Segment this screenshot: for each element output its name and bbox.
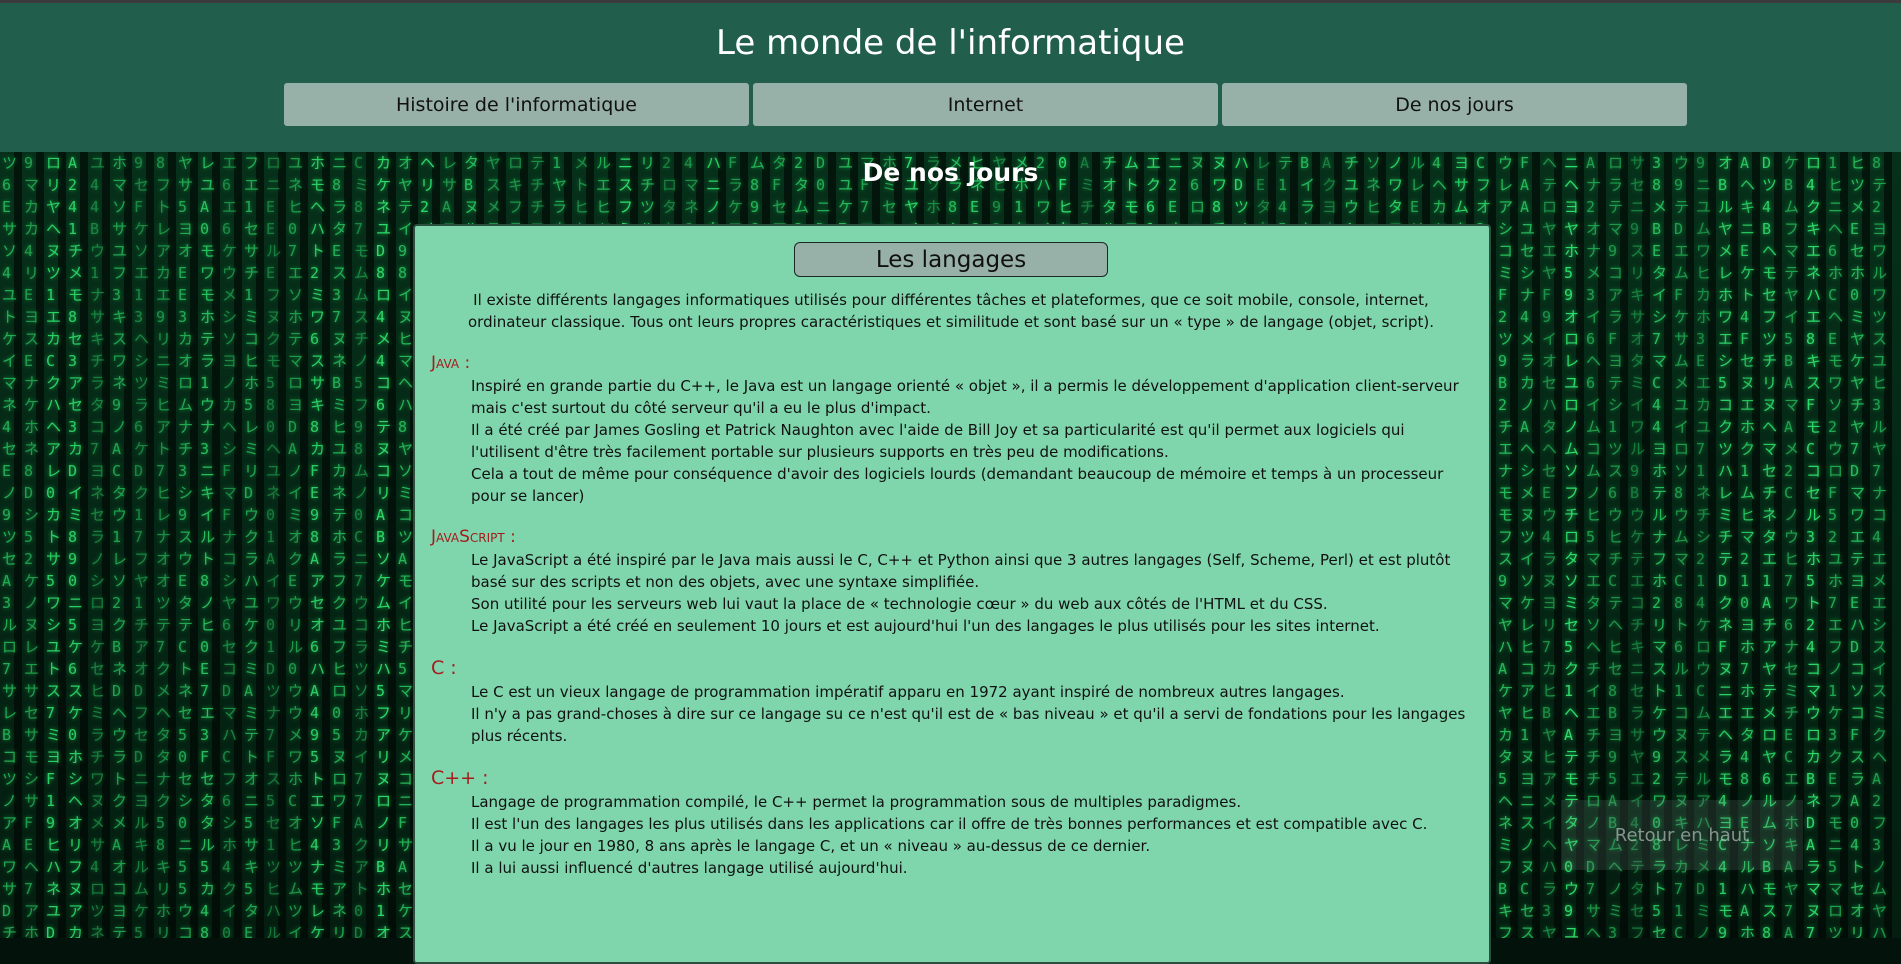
language-description: Le JavaScript a été inspiré par le Java … <box>471 549 1471 637</box>
matrix-glyph-column: オ ヤ テ イ 9 8 イ ヌ ヒ マ ヘ ハ 8 ヤ ソ ミ コ ツ A モ … <box>398 154 414 938</box>
paragraph: Le C est un vieux langage de programmati… <box>471 683 1345 701</box>
site-title: Le monde de l'informatique <box>716 23 1185 63</box>
paragraph: Il a vu le jour en 1980, 8 ans après le … <box>471 837 1151 855</box>
matrix-glyph-column: ウ レ ア シ コ ミ F 2 ツ 9 B 2 チ エ ナ モ モ フ ス 9 … <box>1498 154 1514 938</box>
section-title: De nos jours <box>862 158 1039 187</box>
matrix-glyph-column: ロ ニ E E ル E フ ヌ ク モ 5 8 0 ヘ ユ ネ 0 1 A イ … <box>266 154 282 938</box>
paragraph: Son utilité pour les serveurs web lui va… <box>471 595 1328 613</box>
matrix-glyph-column: ロ 4 ク キ エ ネ ハ エ 8 キ ス F モ C コ セ ル 3 ホ 5 … <box>1806 154 1822 938</box>
matrix-glyph-column: ヘ テ ロ ヤ エ ヤ F 9 イ オ セ ハ タ ヘ セ E ウ 4 ラ ヌ … <box>1542 154 1558 938</box>
language-section-c: C : Le C est un vieux langage de program… <box>431 657 1471 747</box>
language-name: Java : <box>431 353 471 373</box>
matrix-glyph-column: F A A ユ セ シ ナ 4 メ ラ カ ノ A ヘ シ メ ヌ ツ イ ソ … <box>1520 154 1536 938</box>
matrix-glyph-column: ユ ネ ヒ 0 7 エ ソ ホ テ マ ロ ヨ D A ノ イ ミ オ ク E … <box>288 154 304 938</box>
site-header: Le monde de l'informatique Histoire de l… <box>0 0 1901 152</box>
language-section-java: Java : Inspiré en grande partie du C++, … <box>431 353 1471 507</box>
paragraph: Inspiré en grande partie du C++, le Java… <box>471 377 1459 417</box>
language-description: Le C est un vieux langage de programmati… <box>471 681 1471 747</box>
matrix-glyph-column: 9 マ カ カ 4 リ E ヨ ス E ナ ケ ホ ネ 8 D シ 5 2 ケ … <box>24 154 40 938</box>
nav-item-internet[interactable]: Internet <box>753 83 1218 126</box>
matrix-glyph-column: 8 フ ト レ ア カ エ 9 リ ニ ミ ヒ ア ト 7 ヒ レ ナ オ オ … <box>156 154 172 938</box>
nav-item-histoire[interactable]: Histoire de l'informatique <box>284 83 749 126</box>
matrix-glyph-column: エ 6 エ 6 ケ ウ メ シ ソ ヨ ノ カ ヘ シ F マ F ナ コ シ … <box>222 154 238 938</box>
paragraph: Il n'y a pas grand-choses à dire sur ce … <box>471 705 1466 745</box>
matrix-glyph-column: C ミ 8 7 モ ム ム ス チ ノ 5 フ 9 8 ム ノ 0 C ニ 7 … <box>354 154 370 938</box>
matrix-glyph-column: カ ケ ネ ユ D 8 ロ 4 メ 4 コ 6 テ ヌ コ リ A B ソ ケ … <box>376 154 392 938</box>
main-nav: Histoire de l'informatique Internet De n… <box>284 83 1687 126</box>
matrix-glyph-column: 8 テ 2 ヨ ワ ル ワ ツ ス ユ ヒ 3 ル ヤ 7 ナ コ 4 エ メ … <box>1872 154 1888 938</box>
matrix-glyph-column: ニ 8 ラ タ E ス 3 7 ヌ ネ B ミ ヒ ユ カ ネ テ ホ ラ フ … <box>332 154 348 938</box>
language-name: C++ : <box>431 767 489 789</box>
article-intro: Il existe différents langages informatiq… <box>467 291 1435 331</box>
paragraph: Il a été créé par James Gosling et Patri… <box>471 421 1405 461</box>
matrix-glyph-column: フ エ 1 セ サ チ 1 ミ コ ヒ ホ 5 レ ミ リ D ウ ク ラ ハ … <box>244 154 260 938</box>
nav-item-de-nos-jours[interactable]: De nos jours <box>1222 83 1687 126</box>
paragraph: Il est l'un des langages les plus utilis… <box>471 815 1428 833</box>
paragraph: Le JavaScript a été créé en seulement 10… <box>471 617 1380 635</box>
language-description: Langage de programmation compilé, le C++… <box>471 791 1471 879</box>
matrix-glyph-column: ヤ サ 5 ヨ オ E E 3 カ オ ロ ム ナ チ 3 シ 9 ス ウ E … <box>178 154 194 938</box>
matrix-glyph-column: 9 セ F ケ ソ エ 1 3 ヘ シ ツ ラ 6 ケ D ク 1 7 フ ヤ … <box>134 154 150 938</box>
language-section-cpp: C++ : Langage de programmation compilé, … <box>431 767 1471 879</box>
paragraph: Le JavaScript a été inspiré par le Java … <box>471 551 1451 591</box>
paragraph: Il a lui aussi influencé d'autres langag… <box>471 859 908 877</box>
matrix-glyph-column: ホ マ ソ サ ユ フ 3 キ ス ワ ネ 9 ノ A C タ ウ 1 レ ソ … <box>112 154 128 938</box>
matrix-glyph-column: レ ユ A 0 モ ワ モ ホ テ ラ 1 ウ ナ 3 ニ キ イ ル ト 8 … <box>200 154 216 938</box>
language-name: JavaScript : <box>431 527 516 547</box>
back-to-top-button[interactable]: Retour en haut <box>1561 800 1803 870</box>
language-description: Inspiré en grande partie du C++, le Java… <box>471 375 1471 507</box>
language-section-javascript: JavaScript : Le JavaScript a été inspiré… <box>431 527 1471 637</box>
matrix-glyph-column: ホ モ ヘ ハ ト 2 ミ ワ 6 ス サ キ 8 カ F E 9 8 A ア … <box>310 154 326 938</box>
language-name: C : <box>431 657 457 679</box>
article-box: Les langages Il existe différents langag… <box>413 224 1491 964</box>
matrix-glyph-column: 1 ヒ ニ ヘ 6 ホ C ヘ E モ ワ ソ 2 ウ ロ F 5 2 ユ ホ … <box>1828 154 1844 938</box>
matrix-glyph-column: A 2 4 1 チ メ モ 8 セ 3 ア セ 3 カ D イ ミ 8 9 0 … <box>68 154 84 938</box>
matrix-glyph-column: ユ 4 4 B ウ 1 ナ サ キ チ ラ タ コ 7 ヨ ネ セ ラ ノ シ … <box>90 154 106 938</box>
paragraph: Cela a tout de même pour conséquence d'a… <box>471 465 1444 505</box>
article-title: Les langages <box>794 242 1108 277</box>
matrix-glyph-column: ツ 6 E サ ソ 4 ユ ト ケ イ マ ネ 4 セ E ノ 9 ツ セ A … <box>2 154 18 938</box>
paragraph: Langage de programmation compilé, le C++… <box>471 793 1242 811</box>
matrix-glyph-column: ヒ ツ メ E セ ホ 0 ミ ヤ ケ ヤ チ ヤ 7 D マ ワ エ テ ヨ … <box>1850 154 1866 938</box>
matrix-glyph-column: ロ リ ヤ ヘ ヌ ツ 1 エ カ C ク ハ ヘ ア レ 0 カ ト サ 5 … <box>46 154 62 938</box>
